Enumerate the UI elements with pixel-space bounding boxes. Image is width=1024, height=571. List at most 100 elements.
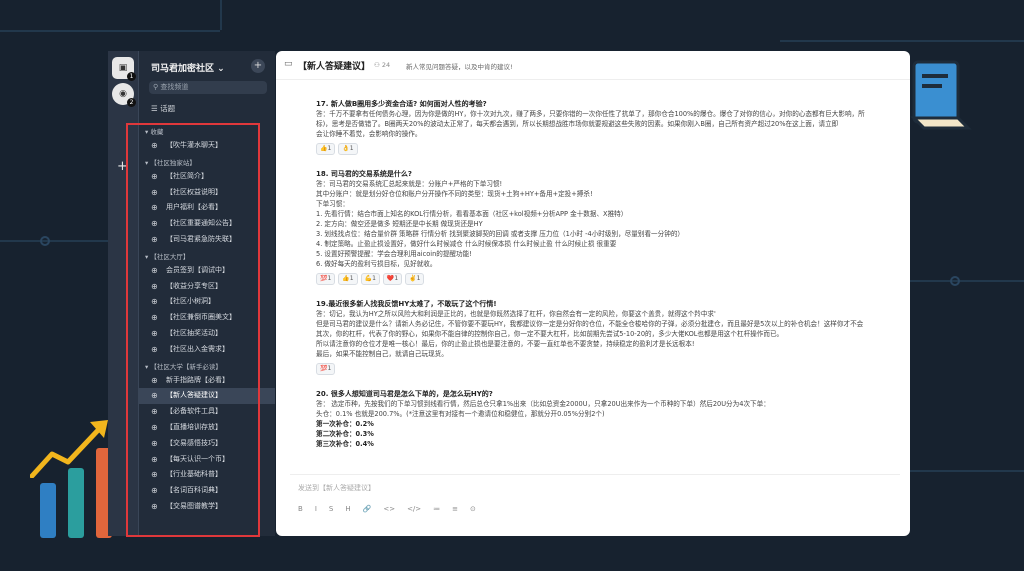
reaction-button[interactable]: 👍1 — [338, 273, 358, 285]
sidebar-channel-item[interactable]: ⊕ 【交易图谱教学】 — [139, 499, 275, 515]
message-line: 第一次补仓：0.2% — [316, 420, 374, 428]
avatar-badge: 2 — [127, 98, 136, 107]
channel-label: 【必备软件工具】 — [166, 407, 222, 416]
sidebar-section-header[interactable]: ▾ 【社区独家站】 — [139, 157, 275, 169]
sidebar-channel-item[interactable]: ⊕ 【必备软件工具】 — [139, 404, 275, 420]
sidebar-channel-item[interactable]: ⊕ 【社区抽奖活动】 — [139, 326, 275, 342]
globe-icon: ⊕ — [151, 486, 158, 496]
message-line: 其次，你的杠杆，代表了你的野心，如果你不能自律的控制你自己，你一定不要大杠杆，比… — [316, 330, 784, 338]
message-line: 标)，思考是否做错了。B圈两天20%的波动太正常了，每天都会遇到，所以长期想战胜… — [316, 120, 839, 128]
message-line: 答：千万不要拿有任何债务心理，因为你是做的HY，你十次对九次，赚了两多，只要你错… — [316, 110, 865, 118]
message-question: 18. 司马君的交易系统是什么? — [316, 170, 412, 178]
user-avatar[interactable]: ◉ 2 — [112, 83, 136, 107]
sidebar-channel-item[interactable]: ⊕ 用户福利【必看】 — [139, 200, 275, 216]
message-line: 会让你睡不着觉，会影响你的操作。 — [316, 130, 422, 138]
search-placeholder: 查找频道 — [160, 83, 189, 91]
sidebar-channel-item[interactable]: ⊕ 【交易感悟技巧】 — [139, 436, 275, 452]
reaction-button[interactable]: 💯1 — [316, 363, 336, 375]
globe-icon: ⊕ — [151, 438, 158, 448]
globe-icon: ⊕ — [151, 344, 158, 354]
trend-arrow-icon — [30, 420, 108, 478]
sidebar-channel-item[interactable]: ⊕ 【司马君紧急防失联】 — [139, 232, 275, 248]
format-tool-icon[interactable]: ≡ — [452, 505, 458, 513]
channel-label: 【名词百科词典】 — [166, 486, 222, 495]
sidebar-channel-item[interactable]: ⊕ 【名词百科词典】 — [139, 483, 275, 499]
globe-icon: ⊕ — [151, 187, 158, 197]
reaction-button[interactable]: ✌️1 — [405, 273, 425, 285]
channel-label: 【吹牛灌水聊天】 — [166, 141, 222, 149]
sidebar-channel-item[interactable]: ⊕ 新手指路牌【必看】 — [139, 373, 275, 389]
format-tool-icon[interactable]: S — [329, 505, 333, 513]
channel-label: 【社区出入金需求】 — [166, 344, 229, 353]
chevron-down-icon: ⌄ — [217, 64, 225, 74]
decor-line — [910, 470, 1024, 472]
sidebar-channel-item[interactable]: ⊕ 【社区兼倒币圈美文】 — [139, 310, 275, 326]
channel-label: 【社区重要通知公告】 — [166, 219, 236, 228]
format-tool-icon[interactable]: I — [315, 505, 317, 513]
globe-icon: ⊕ — [151, 313, 158, 323]
message-line: 第三次补仓：0.4% — [316, 440, 374, 448]
members-icon: ⚇ — [374, 61, 380, 69]
globe-icon: ⊕ — [151, 501, 158, 511]
sidebar-channel-item[interactable]: ⊕ 【新人答疑建议】 — [139, 388, 275, 405]
sidebar-channel-item[interactable]: ⊕ 会员签到【调试中】 — [139, 263, 275, 279]
channel-label: 【直播培训存放】 — [166, 422, 222, 431]
format-tool-icon[interactable]: </> — [407, 505, 421, 513]
message-question: 17. 新人做B圈用多少资金合适? 如何面对人性的考验? — [316, 100, 487, 108]
channel-title: 【新人答疑建议】 — [298, 62, 371, 72]
sidebar-channel-item[interactable]: ⊕ 【收益分享专区】 — [139, 279, 275, 295]
community-name[interactable]: 司马君加密社区 ⌄ — [151, 61, 225, 74]
message-line: 所以请注意你的仓位才是唯一核心！最后，你的止盈止损也是要注意的，不要一直红单也不… — [316, 340, 695, 348]
globe-icon: ⊕ — [151, 141, 158, 150]
reaction-button[interactable]: 👍1 — [316, 143, 336, 155]
channel-label: 会员签到【调试中】 — [166, 265, 229, 274]
format-tool-icon[interactable]: ⊙ — [470, 505, 476, 513]
channel-label: 【交易图谱教学】 — [166, 501, 222, 510]
channel-label: 【社区小树洞】 — [166, 297, 215, 306]
format-tool-icon[interactable]: <> — [383, 505, 395, 513]
sidebar-channel-item[interactable]: ⊕ 【社区小树洞】 — [139, 294, 275, 310]
sidebar-section-header[interactable]: ▾ 【社区大厅】 — [139, 251, 275, 263]
format-tool-icon[interactable]: H — [345, 505, 350, 513]
reaction-button[interactable]: 💯1 — [316, 273, 336, 285]
message-composer[interactable]: 发送到【新人答疑建议】 B I S H 🔗 <> </> ≔ ≡ ⊙ — [290, 474, 900, 527]
message-line: 6. 做好每天的盈利亏损目标，见好就收。 — [316, 260, 437, 268]
message-line: 答：司马君的交易系统汇总起来就是：分账户+严格的下单习惯! — [316, 180, 503, 188]
channel-hash-icon: ▭ — [284, 59, 293, 69]
sidebar-section-header[interactable]: ▾ 【社区大学【新手必读】 — [139, 361, 275, 373]
channel-label: 【社区简介】 — [166, 171, 208, 180]
sidebar-section-header[interactable]: ▾ 收藏 — [139, 126, 275, 138]
decor-line — [0, 240, 108, 242]
sidebar-channel-item[interactable]: ⊕ 【社区重要通知公告】 — [139, 216, 275, 232]
sidebar-channel-item[interactable]: ⊕ 【行业基础科普】 — [139, 467, 275, 483]
sidebar-channel-item[interactable]: ⊕ 【每天认识一个币】 — [139, 452, 275, 468]
topics-label: 话题 — [160, 104, 176, 113]
reaction-button[interactable]: ❤️1 — [382, 273, 403, 285]
sidebar-channel-item[interactable]: ⊕ 【社区出入金需求】 — [139, 342, 275, 358]
topics-link[interactable]: ☰ 话题 — [151, 103, 175, 114]
member-count[interactable]: ⚇ 24 — [374, 61, 390, 69]
channel-list: ▾ 收藏 ⊕ 【吹牛灌水聊天】 ▾ 【社区独家站】 ⊕ 【社区简介】 ⊕ 【社区权益说明】 ⊕ 用… — [139, 123, 275, 515]
globe-icon: ⊕ — [151, 281, 158, 291]
message-line: 第二次补仓：0.3% — [316, 430, 374, 438]
composer-input[interactable]: 发送到【新人答疑建议】 — [298, 483, 375, 493]
sidebar-channel-item[interactable]: ⊕ 【直播培训存放】 — [139, 420, 275, 436]
reaction-button[interactable]: 💪1 — [360, 273, 380, 285]
format-tool-icon[interactable]: ≔ — [433, 505, 440, 513]
add-channel-button[interactable]: + — [251, 59, 265, 73]
add-server-button[interactable]: + — [117, 159, 128, 174]
server-avatar[interactable]: ▣ 1 — [112, 57, 136, 81]
decor-line — [0, 30, 220, 32]
sidebar-channel-item[interactable]: ⊕ 【社区简介】 — [139, 169, 275, 185]
globe-icon: ⊕ — [151, 422, 158, 432]
search-input[interactable]: ⚲ 查找频道 — [149, 81, 267, 94]
reaction-button[interactable]: 👌1 — [338, 143, 358, 155]
message-list: 17. 新人做B圈用多少资金合适? 如何面对人性的考验? 答：千万不要拿有任何债务… — [316, 97, 906, 459]
sidebar-channel-item[interactable]: ⊕ 【吹牛灌水聊天】 — [139, 138, 275, 154]
format-tool-icon[interactable]: B — [298, 505, 303, 513]
format-tool-icon[interactable]: 🔗 — [363, 505, 372, 513]
globe-icon: ⊕ — [151, 265, 158, 275]
message-question: 19.最近很多新人找我反馈HY太难了，不敢玩了这个行情! — [316, 300, 497, 308]
globe-icon: ⊕ — [151, 391, 158, 401]
sidebar-channel-item[interactable]: ⊕ 【社区权益说明】 — [139, 185, 275, 201]
